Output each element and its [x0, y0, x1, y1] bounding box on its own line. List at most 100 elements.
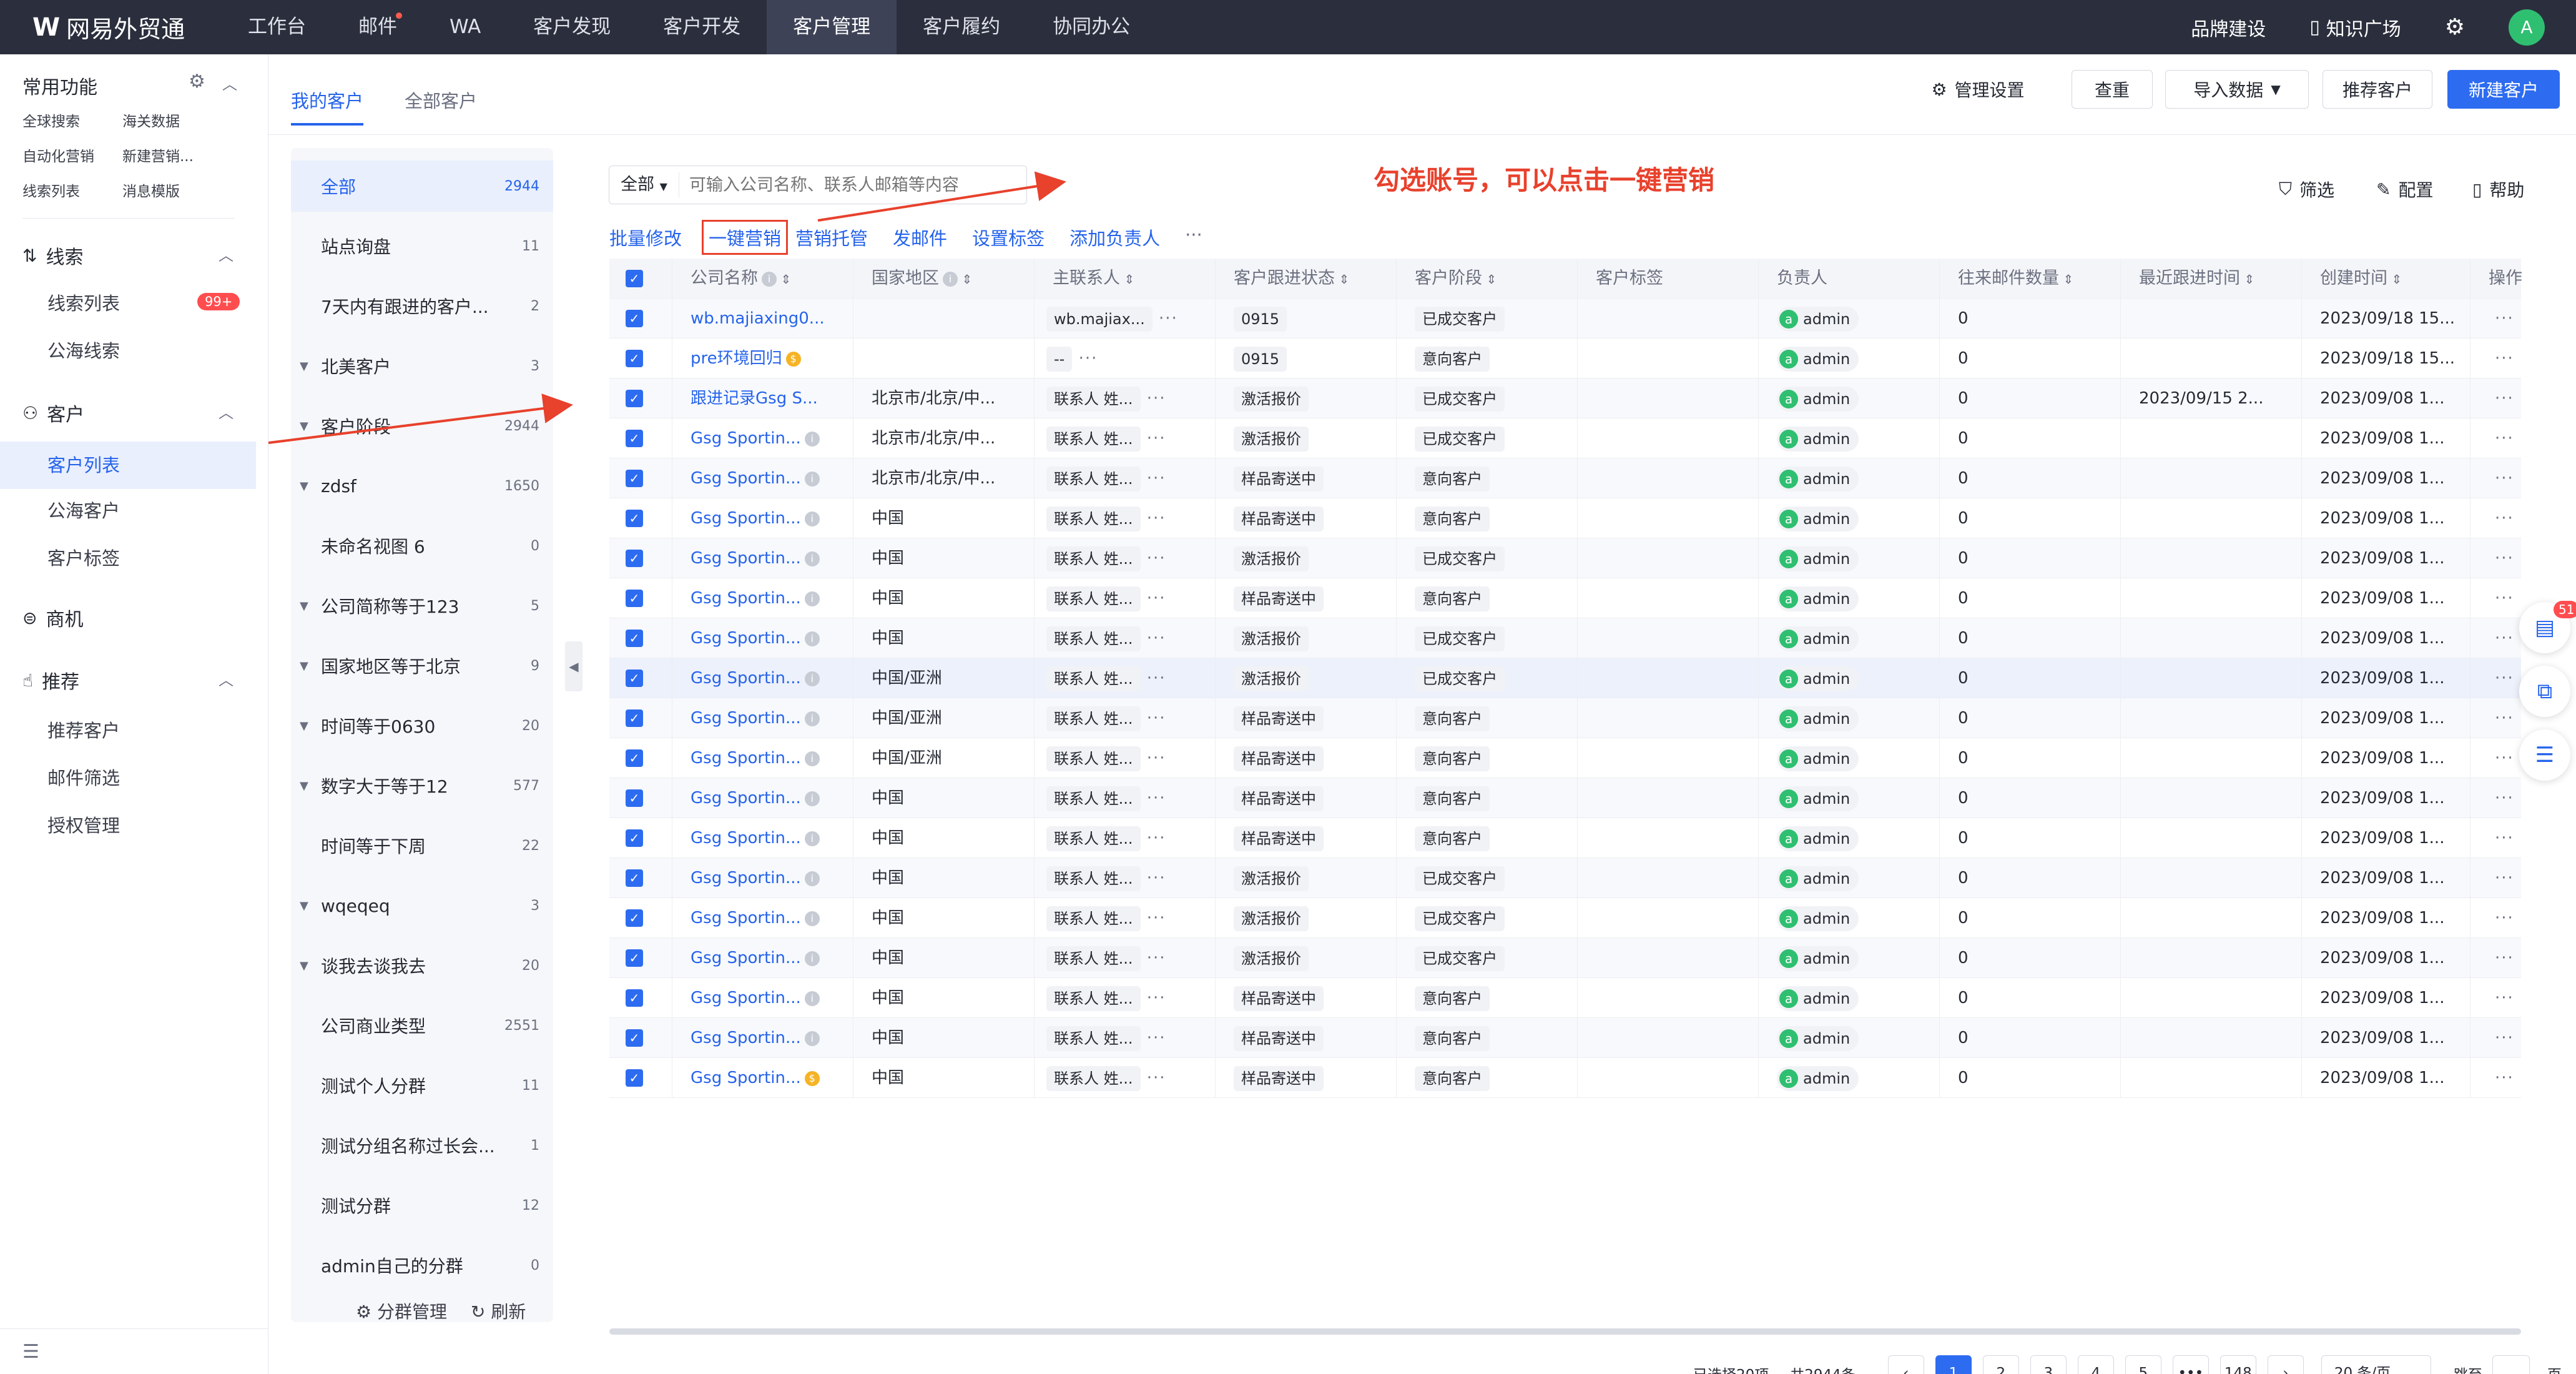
nav-item[interactable]: 工作台: [222, 0, 332, 54]
contact-pill[interactable]: 联系人 姓...: [1046, 786, 1141, 811]
company-link[interactable]: Gsg Sportin...: [691, 949, 801, 967]
company-link[interactable]: Gsg Sportin...: [691, 789, 801, 808]
nav-item[interactable]: 客户管理: [767, 0, 897, 54]
row-more-icon[interactable]: ···: [2495, 858, 2514, 898]
config-button[interactable]: ✎ 配置: [2376, 177, 2433, 202]
table-row[interactable]: ✓ Gsg Sportin... i 中国/亚洲 联系人 姓... ··· 样品寄送中 意向…: [609, 698, 2521, 738]
table-row[interactable]: ✓ Gsg Sportin... i 中国 联系人 姓... ··· 激活报价 已成交客户 a…: [609, 858, 2521, 898]
caret-down-icon[interactable]: ▼: [300, 660, 308, 673]
row-checkbox[interactable]: ✓: [626, 550, 643, 567]
row-checkbox[interactable]: ✓: [626, 749, 643, 767]
column-header[interactable]: 最近跟进时间 ⇕: [2139, 259, 2254, 299]
sidebar-item-mail-filter[interactable]: 邮件筛选: [47, 764, 120, 790]
page-ellipsis[interactable]: •••: [2172, 1355, 2209, 1374]
row-more-icon[interactable]: ···: [2495, 738, 2514, 778]
column-header[interactable]: 公司名称 i ⇕: [691, 259, 791, 299]
contact-pill[interactable]: 联系人 姓...: [1046, 626, 1141, 651]
settings-gear-icon[interactable]: ⚙: [2445, 14, 2465, 40]
more-icon[interactable]: ···: [1141, 389, 1166, 408]
row-checkbox[interactable]: ✓: [626, 789, 643, 807]
page-button[interactable]: 5: [2125, 1355, 2161, 1374]
column-header[interactable]: 操作: [2489, 259, 2522, 299]
group-item[interactable]: 时间等于下周 22: [291, 820, 553, 871]
sort-icon[interactable]: ⇕: [958, 272, 972, 287]
common-link[interactable]: 全球搜索: [22, 109, 80, 131]
table-row[interactable]: ✓ pre环境回归 $ -- ··· 0915 意向客户 a admin 0 2023/09/18…: [609, 339, 2521, 378]
recommend-section[interactable]: ☝ 推荐: [22, 666, 79, 694]
floating-guide-button[interactable]: ⧉: [2519, 666, 2570, 717]
select-all-checkbox[interactable]: ✓: [626, 270, 643, 287]
contact-pill[interactable]: 联系人 姓...: [1046, 706, 1141, 731]
contact-pill[interactable]: 联系人 姓...: [1046, 1065, 1141, 1091]
column-header[interactable]: 客户跟进状态 ⇕: [1234, 259, 1349, 299]
sort-icon[interactable]: ⇕: [777, 272, 791, 287]
one-click-marketing-button[interactable]: 一键营销: [702, 220, 789, 255]
manage-settings-button[interactable]: ⚙ 管理设置: [1917, 70, 2039, 109]
row-more-icon[interactable]: ···: [2495, 698, 2514, 738]
common-link[interactable]: 线索列表: [22, 179, 80, 200]
more-icon[interactable]: ···: [1141, 829, 1166, 848]
row-checkbox[interactable]: ✓: [626, 1029, 643, 1047]
chevron-up-icon[interactable]: ︿: [222, 72, 237, 94]
column-header[interactable]: 往来邮件数量 ⇕: [1958, 259, 2073, 299]
group-item[interactable]: ▼ 北美客户 3: [291, 340, 553, 392]
table-row[interactable]: ✓ Gsg Sportin... $ 中国 联系人 姓... ··· 样品寄送中 意向客户 a…: [609, 1058, 2521, 1098]
page-button[interactable]: 2: [1982, 1355, 2019, 1374]
contact-pill[interactable]: 联系人 姓...: [1046, 986, 1141, 1011]
group-item[interactable]: ▼ 数字大于等于12 577: [291, 760, 553, 811]
table-row[interactable]: ✓ Gsg Sportin... i 中国 联系人 姓... ··· 样品寄送中 意向客户 a…: [609, 818, 2521, 858]
company-link[interactable]: Gsg Sportin...: [691, 1069, 801, 1087]
table-row[interactable]: ✓ Gsg Sportin... i 中国 联系人 姓... ··· 样品寄送中 意向客户 a…: [609, 1018, 2521, 1058]
new-customer-button[interactable]: 新建客户: [2447, 70, 2560, 109]
caret-down-icon[interactable]: ▼: [300, 600, 308, 613]
company-link[interactable]: Gsg Sportin...: [691, 509, 801, 528]
jump-input[interactable]: [2492, 1355, 2530, 1374]
chevron-up-icon[interactable]: ︿: [219, 400, 234, 422]
row-more-icon[interactable]: ···: [2495, 1018, 2514, 1058]
app-logo[interactable]: W 网易外贸通: [32, 0, 185, 54]
group-item[interactable]: 测试分组名称过长会... 1: [291, 1120, 553, 1171]
column-header[interactable]: 客户标签: [1596, 259, 1663, 299]
sort-icon[interactable]: ⇕: [2387, 272, 2402, 287]
more-icon[interactable]: ···: [1141, 1029, 1166, 1047]
sidebar-item-public-customers[interactable]: 公海客户: [47, 497, 120, 523]
column-header[interactable]: 国家地区 i ⇕: [872, 259, 972, 299]
table-row[interactable]: ✓ Gsg Sportin... i 北京市/北京/中... 联系人 姓... ··· 样…: [609, 458, 2521, 498]
bulk-edit-button[interactable]: 批量修改: [609, 224, 682, 255]
refresh-button[interactable]: ↻ 刷新: [471, 1298, 526, 1323]
more-icon[interactable]: ···: [1141, 749, 1166, 768]
more-icon[interactable]: ···: [1153, 309, 1178, 328]
send-email-button[interactable]: 发邮件: [893, 224, 947, 255]
chevron-up-icon[interactable]: ︿: [219, 668, 234, 689]
group-item[interactable]: ▼ 谈我去谈我去 20: [291, 940, 553, 991]
more-icon[interactable]: ···: [1141, 909, 1166, 927]
company-link[interactable]: Gsg Sportin...: [691, 429, 801, 448]
search-input[interactable]: [679, 175, 1004, 195]
table-row[interactable]: ✓ Gsg Sportin... i 中国 联系人 姓... ··· 样品寄送中 意向客户 a…: [609, 498, 2521, 538]
row-checkbox[interactable]: ✓: [626, 390, 643, 407]
table-row[interactable]: ✓ wb.majiaxing0... wb.majiax... ··· 0915 已成交…: [609, 299, 2521, 339]
company-link[interactable]: Gsg Sportin...: [691, 589, 801, 608]
sidebar-item-public-clues[interactable]: 公海线索: [47, 337, 120, 363]
group-item[interactable]: 未命名视图 6 0: [291, 520, 553, 571]
caret-down-icon[interactable]: ▼: [300, 480, 308, 493]
row-checkbox[interactable]: ✓: [626, 470, 643, 487]
row-more-icon[interactable]: ···: [2495, 658, 2514, 698]
opportunity-section[interactable]: ⊜ 商机: [22, 604, 83, 631]
caret-down-icon[interactable]: ▼: [300, 719, 308, 733]
row-more-icon[interactable]: ···: [2495, 618, 2514, 658]
prev-page-icon[interactable]: ‹: [1887, 1355, 1924, 1374]
sort-icon[interactable]: ⇕: [2059, 272, 2073, 287]
dedupe-button[interactable]: 查重: [2072, 70, 2153, 109]
row-checkbox[interactable]: ✓: [626, 869, 643, 887]
nav-item[interactable]: WA: [423, 0, 507, 54]
group-item[interactable]: 测试个人分群 11: [291, 1060, 553, 1111]
filter-button[interactable]: ⛉ 筛选: [2279, 177, 2334, 202]
group-manage-button[interactable]: ⚙ 分群管理: [356, 1298, 447, 1323]
group-item[interactable]: 全部 2944: [291, 161, 553, 212]
contact-pill[interactable]: 联系人 姓...: [1046, 586, 1141, 611]
nav-item[interactable]: 客户发现: [507, 0, 637, 54]
company-link[interactable]: Gsg Sportin...: [691, 989, 801, 1007]
more-icon[interactable]: ···: [1141, 789, 1166, 808]
sidebar-item-customer-tags[interactable]: 客户标签: [47, 544, 120, 570]
